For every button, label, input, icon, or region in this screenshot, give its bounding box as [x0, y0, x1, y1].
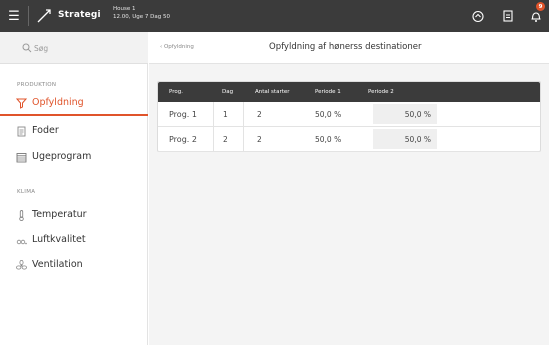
- column-header-periode-1: Periode 1: [315, 89, 341, 95]
- sidebar-item-luftkvalitet[interactable]: Luftkvalitet: [0, 229, 148, 253]
- sidebar-item-label: Temperatur: [32, 209, 87, 220]
- bell-icon[interactable]: [529, 9, 543, 23]
- breadcrumb[interactable]: ‹ Opfyldning: [160, 44, 194, 50]
- table-header: Prog. Dag Antal starter Periode 1 Period…: [158, 82, 540, 102]
- house-name: House 1: [113, 6, 136, 12]
- cell-prog: Prog. 2: [169, 135, 197, 144]
- co2-icon: [16, 239, 27, 245]
- column-header-prog: Prog.: [169, 89, 183, 95]
- topbar-divider: [28, 6, 29, 26]
- feeder-icon: [16, 98, 27, 109]
- table-row[interactable]: Prog. 2 2 2 50,0 % 50,0 %: [158, 127, 540, 152]
- report-icon[interactable]: [501, 9, 515, 23]
- sidebar-item-label: Ventilation: [32, 259, 83, 270]
- page-title: Opfyldning af hønerss destinationer: [269, 42, 422, 52]
- strategy-icon: [37, 9, 51, 23]
- sidebar-item-label: Opfyldning: [32, 97, 84, 108]
- cell-periode-2-value: 50,0 %: [404, 135, 431, 144]
- sidebar-item-label: Luftkvalitet: [32, 234, 86, 245]
- program-table: Prog. Dag Antal starter Periode 1 Period…: [157, 81, 541, 152]
- back-chevron-icon: ‹: [160, 44, 163, 50]
- cell-periode-2: 50,0 %: [373, 104, 437, 124]
- house-info: House 1 12.00, Uge 7 Dag 50: [113, 5, 170, 21]
- cell-periode-1[interactable]: 50,0 %: [315, 110, 341, 119]
- notification-badge: 9: [536, 2, 545, 11]
- cell-dag[interactable]: 2: [223, 135, 228, 144]
- sidebar-item-temperatur[interactable]: Temperatur: [0, 204, 148, 228]
- top-bar: ☰ Strategi House 1 12.00, Uge 7 Dag 50 9: [0, 0, 549, 32]
- column-header-dag: Dag: [222, 89, 234, 95]
- sidebar-item-ventilation[interactable]: Ventilation: [0, 254, 148, 278]
- cell-antal-starter[interactable]: 2: [257, 110, 262, 119]
- search-input[interactable]: [34, 40, 134, 56]
- table-row[interactable]: Prog. 1 1 2 50,0 % 50,0 %: [158, 102, 540, 127]
- sidebar-item-opfyldning[interactable]: Opfyldning: [0, 92, 148, 116]
- sidebar: PRODUKTION Opfyldning Foder Ugeprogram K…: [0, 32, 148, 345]
- cell-periode-1[interactable]: 50,0 %: [315, 135, 341, 144]
- breadcrumb-label: Opfyldning: [163, 44, 194, 50]
- column-header-periode-2: Periode 2: [368, 89, 394, 95]
- column-header-antal-starter: Antal starter: [255, 89, 290, 95]
- search-bar: [0, 32, 148, 64]
- menu-icon[interactable]: ☰: [5, 7, 23, 25]
- cell-periode-2-value: 50,0 %: [404, 110, 431, 119]
- sidebar-item-ugeprogram[interactable]: Ugeprogram: [0, 146, 148, 170]
- calendar-icon: [16, 153, 27, 163]
- search-icon: [22, 43, 32, 53]
- document-icon: [17, 126, 26, 137]
- cell-antal-starter[interactable]: 2: [257, 135, 262, 144]
- section-label-produktion: PRODUKTION: [17, 82, 57, 88]
- sidebar-item-foder[interactable]: Foder: [0, 120, 148, 144]
- section-label-klima: KLIMA: [17, 189, 36, 195]
- fan-icon: [16, 260, 27, 270]
- page-header: ‹ Opfyldning Opfyldning af hønerss desti…: [149, 32, 549, 64]
- home-icon[interactable]: [471, 9, 485, 23]
- cell-periode-2: 50,0 %: [373, 129, 437, 149]
- house-time: 12.00, Uge 7 Dag 50: [113, 14, 170, 20]
- cell-dag[interactable]: 1: [223, 110, 228, 119]
- app-title: Strategi: [58, 10, 101, 20]
- sidebar-item-label: Ugeprogram: [32, 151, 92, 162]
- thermometer-icon: [19, 210, 24, 221]
- main-content: ‹ Opfyldning Opfyldning af hønerss desti…: [149, 32, 549, 345]
- cell-prog: Prog. 1: [169, 110, 197, 119]
- sidebar-item-label: Foder: [32, 125, 59, 136]
